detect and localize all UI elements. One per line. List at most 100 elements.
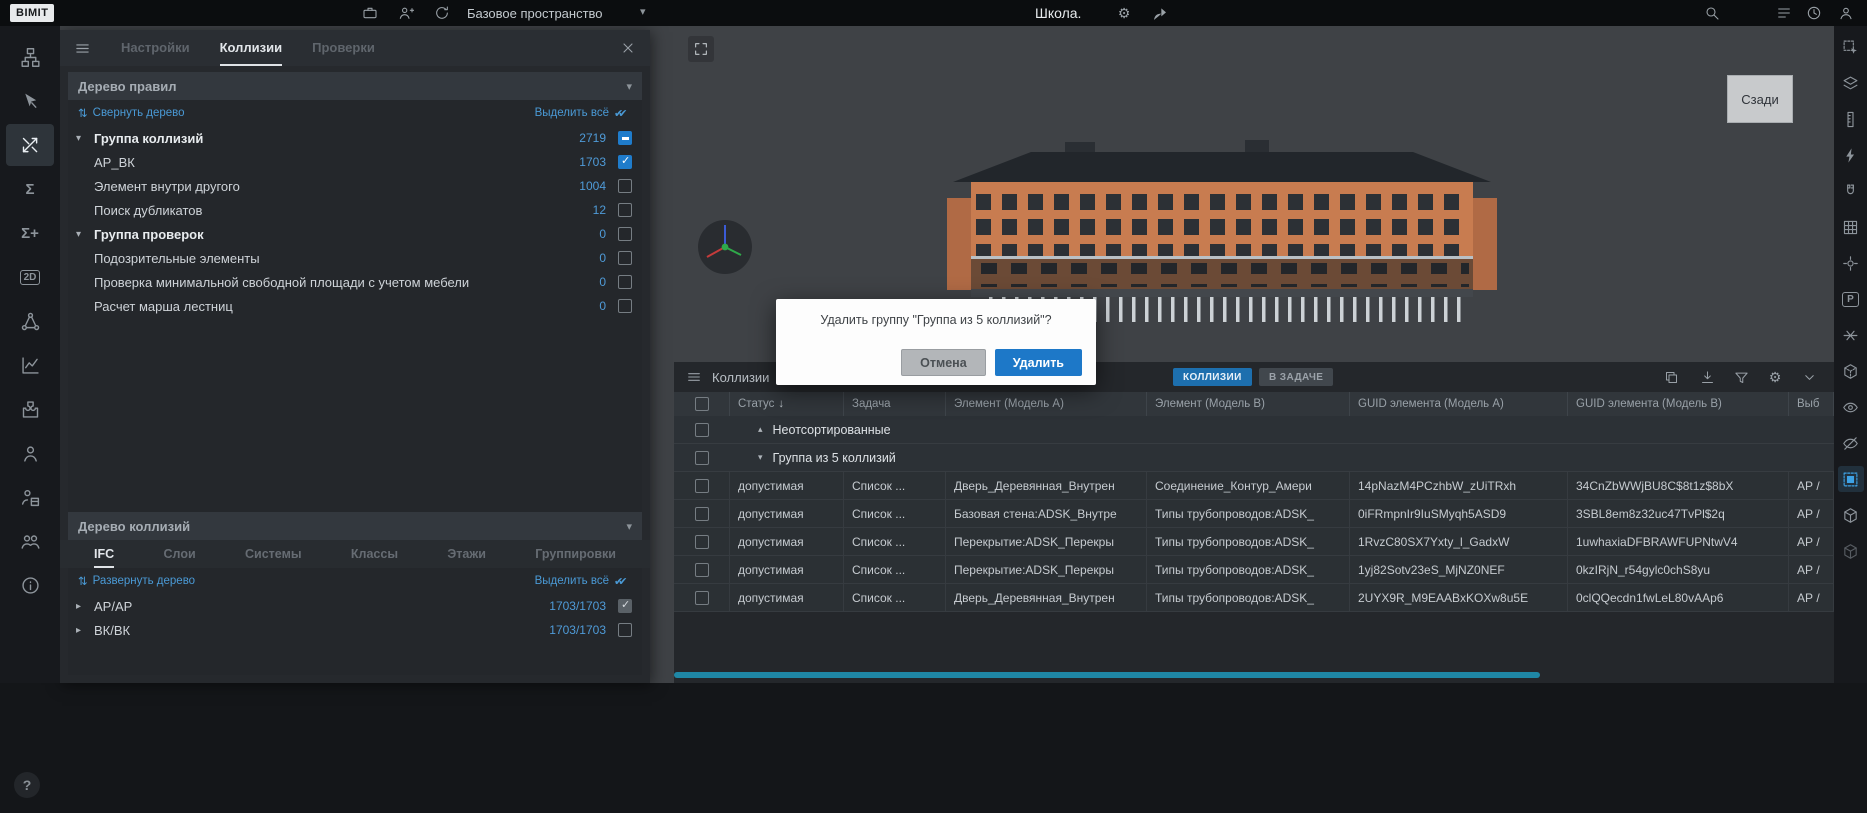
- tab-checks[interactable]: Проверки: [312, 30, 375, 66]
- rule-checkbox[interactable]: [618, 227, 632, 241]
- row-checkbox[interactable]: [695, 563, 709, 577]
- row-checkbox[interactable]: [695, 591, 709, 605]
- collision-row[interactable]: допустимая Список ... Базовая стена:ADSK…: [674, 500, 1834, 528]
- expand-caret-icon[interactable]: ▸: [76, 625, 94, 636]
- rule-checkbox[interactable]: [618, 251, 632, 265]
- collisions-tree-header[interactable]: Дерево коллизий ▾: [68, 512, 642, 540]
- rule-tree-row[interactable]: Расчет марша лестниц 0: [68, 294, 642, 318]
- row-checkbox[interactable]: [695, 535, 709, 549]
- collision-row[interactable]: допустимая Список ... Перекрытие:ADSK_Пе…: [674, 528, 1834, 556]
- rule-checkbox[interactable]: [618, 131, 632, 145]
- rules-tree-header[interactable]: Дерево правил ▾: [68, 72, 642, 100]
- rule-tree-row[interactable]: ▾ Группа проверок 0: [68, 222, 642, 246]
- group-expanded-icon[interactable]: ▾: [758, 452, 763, 463]
- horizontal-scrollbar[interactable]: [674, 672, 1540, 678]
- cancel-button[interactable]: Отмена: [901, 349, 986, 376]
- plugins-tool-icon[interactable]: [6, 388, 54, 430]
- hide-eye-icon[interactable]: [1838, 430, 1864, 456]
- rule-tree-row[interactable]: Поиск дубликатов 12: [68, 198, 642, 222]
- cube-view-icon[interactable]: [1838, 502, 1864, 528]
- chevron-down-icon[interactable]: ▾: [626, 80, 632, 93]
- group-row-unsorted[interactable]: ▴ Неотсортированные: [674, 416, 1834, 444]
- explode-icon[interactable]: [1838, 142, 1864, 168]
- chevron-down-icon[interactable]: ▾: [640, 5, 646, 18]
- share-icon[interactable]: [1148, 1, 1172, 25]
- clip-box-icon[interactable]: [1838, 358, 1864, 384]
- fullscreen-icon[interactable]: [688, 36, 714, 62]
- search-icon[interactable]: [1700, 1, 1724, 25]
- profile-icon[interactable]: [1834, 1, 1858, 25]
- chevron-down-icon[interactable]: ▾: [626, 520, 632, 533]
- column-task[interactable]: Задача: [844, 392, 946, 416]
- select-all-checkbox[interactable]: [695, 397, 709, 411]
- pair-checkbox[interactable]: [618, 599, 632, 613]
- column-guid-b[interactable]: GUID элемента (Модель В): [1568, 392, 1789, 416]
- tab-layers[interactable]: Слои: [164, 540, 196, 568]
- rule-tree-row[interactable]: Проверка минимальной свободной площади с…: [68, 270, 642, 294]
- delete-button[interactable]: Удалить: [995, 349, 1082, 376]
- group-row-5-collisions[interactable]: ▾ Группа из 5 коллизий: [674, 444, 1834, 472]
- collaboration-icon[interactable]: [394, 1, 418, 25]
- row-checkbox[interactable]: [695, 479, 709, 493]
- tab-settings[interactable]: Настройки: [121, 30, 190, 66]
- resources-tool-icon[interactable]: [6, 476, 54, 518]
- in-task-mode-button[interactable]: В ЗАДАЧЕ: [1259, 368, 1333, 386]
- show-eye-icon[interactable]: [1838, 394, 1864, 420]
- column-selection[interactable]: Выб: [1789, 392, 1834, 416]
- collision-row[interactable]: допустимая Список ... Дверь_Деревянная_В…: [674, 584, 1834, 612]
- rule-tree-row[interactable]: Элемент внутри другого 1004: [68, 174, 642, 198]
- download-icon[interactable]: [1698, 368, 1716, 386]
- section-planes-icon[interactable]: [1838, 322, 1864, 348]
- view-2d-tool-icon[interactable]: 2D: [6, 256, 54, 298]
- tab-classes[interactable]: Классы: [351, 540, 398, 568]
- plan-p-icon[interactable]: P: [1838, 286, 1864, 312]
- close-icon[interactable]: [620, 40, 636, 56]
- collisions-mode-button[interactable]: КОЛЛИЗИИ: [1173, 368, 1252, 386]
- rule-checkbox[interactable]: [618, 275, 632, 289]
- building-model[interactable]: [945, 140, 1500, 322]
- select-tool-icon[interactable]: [6, 80, 54, 122]
- rule-tree-row[interactable]: ▾ Группа коллизий 2719: [68, 126, 642, 150]
- magnet-icon[interactable]: [1838, 178, 1864, 204]
- row-checkbox[interactable]: [695, 423, 709, 437]
- tab-floors[interactable]: Этажи: [447, 540, 486, 568]
- projects-icon[interactable]: [358, 1, 382, 25]
- xray-cube-icon[interactable]: [1838, 538, 1864, 564]
- rule-checkbox[interactable]: [618, 203, 632, 217]
- tab-collisions[interactable]: Коллизии: [220, 30, 283, 66]
- workspace-selector[interactable]: Базовое пространство: [467, 6, 603, 21]
- collision-tree-row[interactable]: ▸ АР/АР 1703/1703: [68, 594, 642, 618]
- tasks-icon[interactable]: [1772, 1, 1796, 25]
- info-tool-icon[interactable]: [6, 564, 54, 606]
- appearance-layers-icon[interactable]: [1838, 70, 1864, 96]
- collision-row[interactable]: допустимая Список ... Перекрытие:ADSK_Пе…: [674, 556, 1834, 584]
- chart-tool-icon[interactable]: [6, 344, 54, 386]
- user-pin-tool-icon[interactable]: [6, 432, 54, 474]
- sort-desc-icon[interactable]: ↓: [778, 398, 784, 410]
- sum-plus-tool-icon[interactable]: Σ+: [6, 212, 54, 254]
- gear-icon[interactable]: ⚙: [1112, 1, 1136, 25]
- group-collapsed-icon[interactable]: ▴: [758, 424, 763, 435]
- select-all-link[interactable]: Выделить всё ✔✔: [535, 107, 632, 120]
- select-all-link[interactable]: Выделить всё ✔✔: [535, 575, 632, 588]
- expand-caret-icon[interactable]: ▾: [76, 229, 94, 240]
- collapse-tree-link[interactable]: ⇅ Свернуть дерево: [78, 106, 185, 120]
- tab-ifc[interactable]: IFC: [94, 540, 114, 568]
- help-button[interactable]: ?: [14, 772, 40, 798]
- viewcube-back-face[interactable]: Сзади: [1727, 75, 1793, 123]
- expand-caret-icon[interactable]: ▸: [76, 601, 94, 612]
- history-icon[interactable]: [1802, 1, 1826, 25]
- model-tree-icon[interactable]: [6, 36, 54, 78]
- column-status[interactable]: Статус ↓: [730, 392, 844, 416]
- tab-groupings[interactable]: Группировки: [535, 540, 616, 568]
- rule-checkbox[interactable]: [618, 179, 632, 193]
- column-guid-a[interactable]: GUID элемента (Модель А): [1350, 392, 1568, 416]
- axes-gizmo[interactable]: [696, 218, 754, 276]
- area-select-icon[interactable]: [1838, 34, 1864, 60]
- isolate-box-icon[interactable]: [1838, 466, 1864, 492]
- team-tool-icon[interactable]: [6, 520, 54, 562]
- focus-target-icon[interactable]: [1838, 250, 1864, 276]
- panel-menu-icon[interactable]: [686, 369, 702, 385]
- copy-icon[interactable]: [1662, 368, 1680, 386]
- expand-caret-icon[interactable]: ▾: [76, 133, 94, 144]
